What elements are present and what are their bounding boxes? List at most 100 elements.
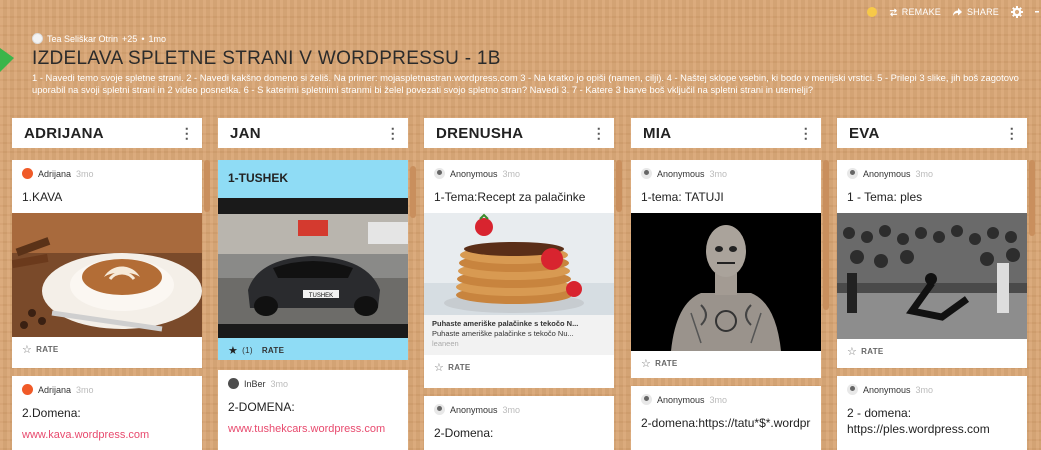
column-jan: JAN ⋮ 1-TUSHEK TUSHEK ★ (1) RATE InBer 3… — [218, 118, 416, 450]
post-meta: Adrijana 3mo — [12, 160, 202, 179]
post-title: 1-Tema:Recept za palačinke — [434, 190, 586, 204]
rate-button[interactable]: ☆ RATE — [424, 355, 614, 380]
scrollbar[interactable] — [204, 160, 210, 212]
avatar — [641, 168, 652, 179]
share-icon — [952, 7, 962, 16]
rate-count: (1) — [242, 346, 253, 355]
share-button[interactable]: SHARE — [952, 7, 999, 17]
avatar — [22, 384, 33, 395]
star-icon: ☆ — [434, 362, 445, 374]
post-author: Anonymous — [450, 168, 498, 179]
scrollbar[interactable] — [1029, 160, 1035, 236]
column-title: DRENUSHA — [436, 124, 524, 142]
post-author: InBer — [244, 378, 266, 389]
post-card[interactable]: Anonymous 3mo 2-Domena: — [424, 396, 614, 450]
column-header: DRENUSHA ⋮ — [424, 118, 614, 148]
post-age: 3mo — [709, 168, 728, 179]
coffee-image[interactable] — [12, 213, 202, 337]
pancakes-image[interactable] — [424, 213, 614, 315]
settings-button[interactable] — [1011, 6, 1023, 18]
remake-icon — [889, 8, 897, 16]
star-icon: ☆ — [22, 344, 33, 356]
board-meta-separator: • — [141, 33, 145, 44]
column-header: ADRIJANA ⋮ — [12, 118, 202, 148]
avatar — [22, 168, 33, 179]
scrollbar[interactable] — [823, 160, 829, 310]
post-card[interactable]: InBer 3mo 2-DOMENA: www.tushekcars.wordp… — [218, 370, 408, 450]
post-card[interactable]: Anonymous 3mo 2-domena:https://tatu*$*.w… — [631, 386, 821, 450]
post-meta: Anonymous 3mo — [424, 160, 614, 179]
post-card[interactable]: Anonymous 3mo 2 - domena: https://ples.w… — [837, 376, 1027, 450]
column-title: MIA — [643, 124, 672, 142]
post-card[interactable]: Anonymous 3mo 1-tema: TATUJI ☆ RATE — [631, 160, 821, 378]
column-header: JAN ⋮ — [218, 118, 408, 148]
link-preview-description: Puhaste ameriške palačinke s tekočo Nu..… — [432, 329, 574, 338]
kebab-icon[interactable]: ⋮ — [180, 125, 194, 142]
post-meta: Anonymous 3mo — [631, 386, 821, 405]
dance-image[interactable] — [837, 213, 1027, 339]
post-author: Adrijana — [38, 384, 72, 395]
status-dot-icon — [866, 7, 877, 17]
avatar — [228, 378, 239, 389]
post-author: Anonymous — [863, 168, 911, 179]
gear-icon — [1011, 6, 1023, 18]
column-mia: MIA ⋮ Anonymous 3mo 1-tema: TATUJI ☆ RAT… — [631, 118, 829, 450]
remake-button[interactable]: REMAKE — [889, 7, 941, 17]
scrollbar[interactable] — [410, 166, 416, 218]
post-title: 2-DOMENA: — [228, 400, 295, 414]
kebab-icon[interactable]: ⋮ — [592, 125, 606, 142]
post-card[interactable]: Anonymous 3mo 1 - Tema: ples ☆ RATE — [837, 160, 1027, 368]
column-title: JAN — [230, 124, 261, 142]
star-filled-icon: ★ — [228, 345, 239, 357]
avatar — [32, 33, 43, 44]
post-age: 3mo — [915, 384, 934, 395]
avatar — [847, 384, 858, 395]
post-age: 3mo — [270, 378, 289, 389]
add-post-tab[interactable] — [0, 48, 14, 72]
board-toolbar: REMAKE SHARE — [866, 6, 1041, 18]
post-age: 3mo — [76, 168, 94, 179]
kebab-icon[interactable]: ⋮ — [1005, 125, 1019, 142]
post-meta: InBer 3mo — [218, 370, 408, 389]
more-menu-button[interactable] — [1035, 8, 1041, 16]
rate-label: RATE — [448, 363, 471, 372]
post-link[interactable]: www.tushekcars.wordpress.com — [218, 423, 408, 435]
tattoo-image[interactable] — [631, 213, 821, 351]
rate-button[interactable]: ★ (1) RATE — [218, 338, 408, 360]
rate-button[interactable]: ☆ RATE — [12, 337, 202, 362]
post-age: 3mo — [709, 394, 728, 405]
rate-label: RATE — [861, 347, 884, 356]
link-preview-source: leaneen — [432, 339, 459, 348]
board-age: 1mo — [148, 33, 166, 44]
post-card[interactable]: Anonymous 3mo 1-Tema:Recept za palačinke — [424, 160, 614, 388]
kebab-icon[interactable]: ⋮ — [386, 125, 400, 142]
avatar — [641, 394, 652, 405]
post-card[interactable]: Adrijana 3mo 2.Domena: www.kava.wordpres… — [12, 376, 202, 450]
column-drenusha: DRENUSHA ⋮ Anonymous 3mo 1-Tema:Recept z… — [424, 118, 622, 450]
post-link[interactable]: www.kava.wordpress.com — [12, 429, 202, 441]
avatar — [847, 168, 858, 179]
scrollbar[interactable] — [616, 160, 622, 212]
post-age: 3mo — [502, 404, 521, 415]
rate-label: RATE — [655, 359, 678, 368]
rate-button[interactable]: ☆ RATE — [837, 339, 1027, 364]
board-author-name: Tea Seliškar Otrin — [47, 33, 119, 44]
rate-label: RATE — [36, 345, 59, 354]
car-image[interactable]: TUSHEK — [218, 198, 408, 338]
column-header: MIA ⋮ — [631, 118, 821, 148]
board-description: 1 - Navedi temo svoje spletne strani. 2 … — [32, 72, 1019, 95]
kebab-icon[interactable]: ⋮ — [799, 125, 813, 142]
post-age: 3mo — [76, 384, 94, 395]
link-preview[interactable]: Puhaste ameriške palačinke s tekočo N...… — [424, 315, 614, 355]
rate-button[interactable]: ☆ RATE — [631, 351, 821, 376]
post-author: Anonymous — [863, 384, 911, 395]
post-meta: Anonymous 3mo — [837, 160, 1027, 179]
rate-label: RATE — [261, 346, 285, 355]
post-card[interactable]: 1-TUSHEK TUSHEK ★ (1) RATE — [218, 160, 408, 360]
post-age: 3mo — [915, 168, 934, 179]
post-card[interactable]: Adrijana 3mo 1.KAVA ☆ RATE — [12, 160, 202, 368]
post-title: 2.Domena: — [22, 406, 81, 420]
post-title: 1 - Tema: ples — [847, 190, 923, 204]
board-author: Tea Seliškar Otrin +25 • 1mo — [32, 33, 166, 44]
column-header: EVA ⋮ — [837, 118, 1027, 148]
